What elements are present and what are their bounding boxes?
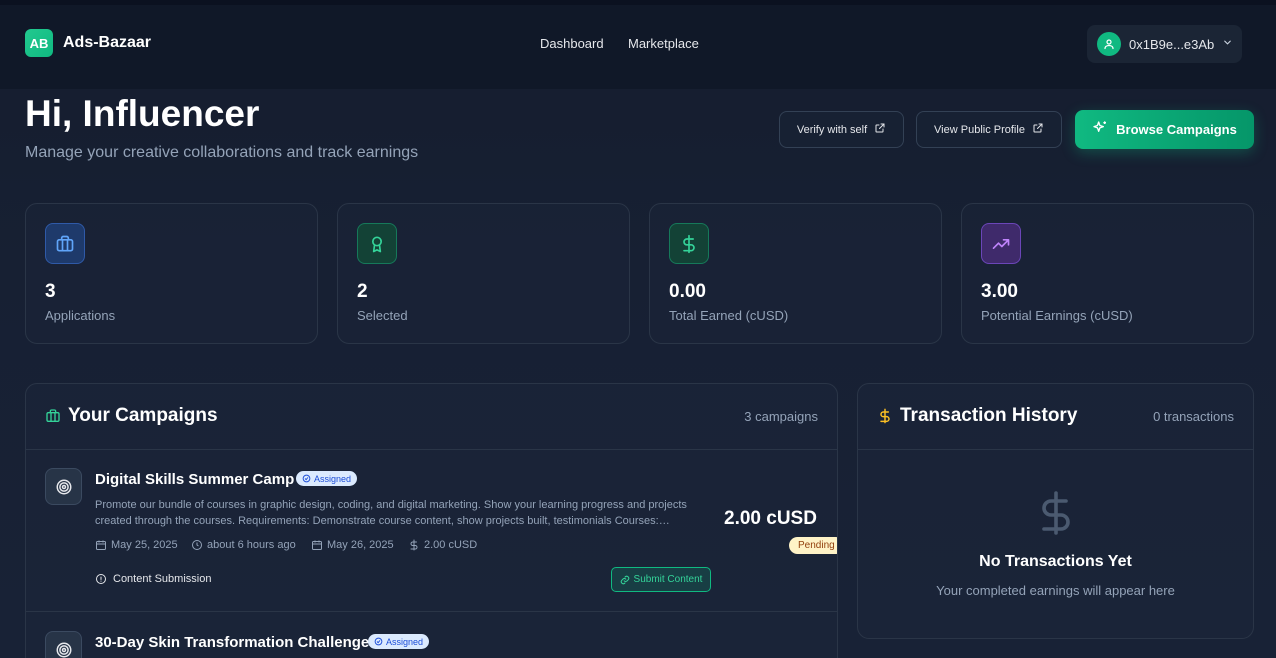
wallet-button[interactable]: 0x1B9e...e3Ab [1087,25,1242,63]
user-icon [1097,32,1121,56]
external-link-icon [874,122,886,137]
end-date-text: May 26, 2025 [327,539,394,551]
check-circle-icon [302,474,311,483]
view-profile-button[interactable]: View Public Profile [916,111,1062,148]
clock-icon [192,540,202,550]
app-logo[interactable]: AB [25,29,53,57]
chevron-down-icon [1222,35,1233,53]
campaigns-header: Your Campaigns 3 campaigns [26,384,837,450]
status-label: Assigned [386,636,424,647]
status-label: Assigned [314,473,352,484]
nav-dashboard[interactable]: Dashboard [540,36,604,51]
campaigns-panel: Your Campaigns 3 campaigns Digital Skill… [25,383,838,658]
dollar-icon [410,539,418,551]
transactions-header: Transaction History 0 transactions [858,384,1253,450]
profile-label: View Public Profile [934,123,1025,136]
page-title: Hi, Influencer [25,93,260,134]
stat-value: 3 [45,281,56,302]
dollar-icon [877,408,893,429]
wallet-address: 0x1B9e...e3Ab [1129,36,1215,52]
alert-circle-icon [96,574,106,584]
calendar-icon [96,540,106,550]
browse-label: Browse Campaigns [1116,122,1237,137]
status-badge: Assigned [368,634,430,649]
stat-value: 3.00 [981,281,1018,302]
divider [26,611,837,612]
campaign-end-date: May 26, 2025 [311,539,394,551]
campaign-budget: 2.00 cUSD [408,539,477,551]
transactions-count: 0 transactions [1153,409,1234,424]
dollar-icon [1032,488,1080,543]
campaigns-count: 3 campaigns [744,409,818,424]
campaign-time-ago: about 6 hours ago [191,539,296,551]
external-link-icon [1032,122,1044,137]
campaign-amount: 2.00 cUSD [724,508,817,529]
start-date-text: May 25, 2025 [111,539,178,551]
briefcase-icon [45,408,61,429]
verify-button[interactable]: Verify with self [779,111,904,148]
budget-text: 2.00 cUSD [424,539,478,551]
dollar-icon [669,223,709,264]
submission-label: Content Submission [113,573,212,585]
target-icon [45,468,82,505]
empty-state-subtitle: Your completed earnings will appear here [936,583,1175,598]
stat-label: Applications [45,308,116,323]
campaign-description: Promote our bundle of courses in graphic… [95,499,687,527]
stat-card-applications: 3 Applications [25,203,318,344]
stat-card-total-earned: 0.00 Total Earned (cUSD) [649,203,942,344]
campaign-title[interactable]: Digital Skills Summer Camp [95,471,294,488]
stat-card-potential-earnings: 3.00 Potential Earnings (cUSD) [961,203,1254,344]
content-submission: Content Submission [95,573,211,585]
status-badge: Assigned [296,471,358,486]
submit-label: Submit Content [633,574,703,585]
calendar-icon [312,540,322,550]
briefcase-icon [45,223,85,264]
browse-campaigns-button[interactable]: Browse Campaigns [1075,110,1254,149]
sparkles-icon [1092,120,1108,139]
verify-label: Verify with self [796,123,868,136]
campaign-start-date: May 25, 2025 [95,539,178,551]
app-header: AB Ads-Bazaar Dashboard Marketplace 0x1B… [0,5,1276,89]
stat-label: Total Earned (cUSD) [669,308,789,323]
submit-content-button[interactable]: Submit Content [611,567,711,592]
trending-up-icon [981,223,1021,264]
transactions-panel: Transaction History 0 transactions No Tr… [857,383,1254,639]
empty-state-title: No Transactions Yet [979,553,1132,570]
target-icon [45,631,82,658]
campaigns-title: Your Campaigns [68,405,218,426]
stat-card-selected: 2 Selected [337,203,630,344]
brand-name[interactable]: Ads-Bazaar [63,34,151,52]
stat-value: 2 [357,281,368,302]
nav-marketplace[interactable]: Marketplace [628,36,699,51]
stat-label: Selected [357,308,408,323]
page-subtitle: Manage your creative collaborations and … [25,144,419,161]
stat-label: Potential Earnings (cUSD) [981,308,1133,323]
payment-status-badge: Pending [789,537,837,554]
time-ago-text: about 6 hours ago [207,539,296,551]
link-icon [620,575,629,584]
award-icon [357,223,397,264]
check-circle-icon [374,637,383,646]
transactions-title: Transaction History [900,405,1078,426]
stat-value: 0.00 [669,281,706,302]
campaign-title[interactable]: 30-Day Skin Transformation Challenge [95,634,369,651]
